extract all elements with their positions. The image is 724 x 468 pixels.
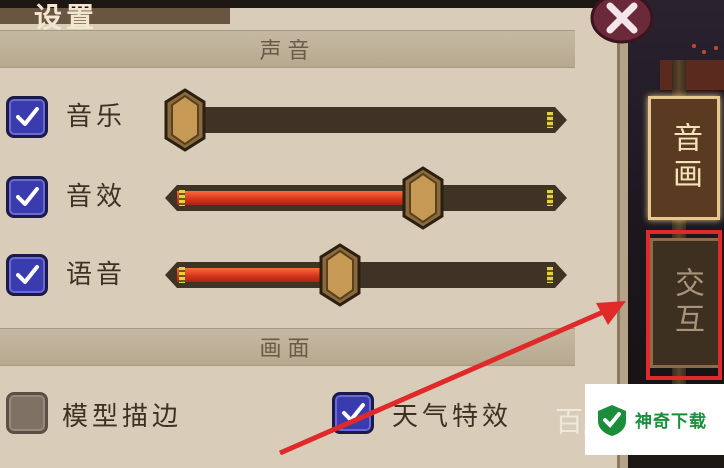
slider-knob[interactable]	[164, 88, 206, 152]
slider-knob[interactable]	[402, 166, 444, 230]
voice-label: 语音	[66, 260, 127, 290]
slider-end-notch	[547, 267, 553, 283]
music-label: 音乐	[66, 102, 127, 132]
tab-audio-visual[interactable]: 音画	[648, 96, 720, 220]
effects-checkbox[interactable]	[6, 176, 48, 218]
effects-label: 音效	[66, 182, 127, 212]
music-slider[interactable]	[164, 88, 567, 152]
slider-end-notch	[547, 190, 553, 206]
close-x-icon	[590, 0, 654, 44]
slider-start-notch	[179, 190, 185, 206]
watermark-logo-icon	[598, 404, 626, 436]
watermark-badge: 神奇下载	[585, 384, 724, 455]
checkmark-icon	[16, 265, 39, 284]
checkmark-icon	[16, 187, 39, 206]
annotation-highlight-box	[646, 230, 722, 380]
slider-end-notch	[547, 112, 553, 128]
model-outline-label: 模型描边	[62, 402, 183, 432]
slider-fill	[177, 191, 423, 205]
slider-start-notch	[179, 267, 185, 283]
tab-audio-visual-label: 音画	[667, 122, 702, 194]
close-button[interactable]	[586, 0, 658, 50]
watermark-text: 神奇下载	[635, 412, 707, 432]
lantern-decoration	[690, 40, 724, 60]
music-checkbox[interactable]	[6, 96, 48, 138]
voice-checkbox[interactable]	[6, 254, 48, 296]
banner-decoration	[660, 60, 724, 92]
section-header-sound: 声音	[0, 30, 575, 68]
voice-slider[interactable]	[165, 243, 567, 307]
checkmark-icon	[16, 107, 39, 126]
model-outline-checkbox[interactable]	[6, 392, 48, 434]
effects-slider[interactable]	[165, 166, 567, 230]
slider-fill	[177, 268, 340, 282]
slider-track	[165, 107, 567, 133]
